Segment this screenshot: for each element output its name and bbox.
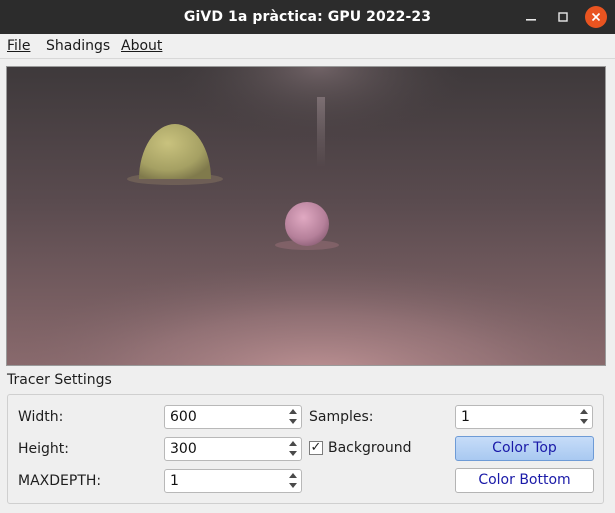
color-bottom-button[interactable]: Color Bottom xyxy=(455,468,594,493)
arrow-down-icon[interactable] xyxy=(289,451,297,456)
samples-value: 1 xyxy=(461,409,470,425)
background-checkbox[interactable]: ✓ xyxy=(309,441,323,455)
width-value: 600 xyxy=(170,409,197,425)
color-top-button[interactable]: Color Top xyxy=(455,436,594,461)
arrow-down-icon[interactable] xyxy=(289,419,297,424)
maximize-icon xyxy=(558,12,568,22)
close-icon xyxy=(591,12,601,22)
menu-bar: File Shadings About xyxy=(0,34,615,59)
arrow-up-icon[interactable] xyxy=(289,409,297,414)
maxdepth-spin-arrows[interactable] xyxy=(287,471,300,491)
menu-about[interactable]: About xyxy=(121,34,162,58)
minimize-icon xyxy=(526,19,536,21)
samples-spinbox[interactable]: 1 xyxy=(455,405,593,429)
width-label: Width: xyxy=(18,409,64,425)
title-bar: GiVD 1a pràctica: GPU 2022-23 xyxy=(0,0,615,34)
close-button[interactable] xyxy=(585,6,607,28)
arrow-down-icon[interactable] xyxy=(289,483,297,488)
floor-glow xyxy=(7,157,605,365)
minimize-button[interactable] xyxy=(520,6,542,28)
arrow-up-icon[interactable] xyxy=(580,409,588,414)
height-value: 300 xyxy=(170,441,197,457)
height-spin-arrows[interactable] xyxy=(287,439,300,459)
background-label[interactable]: Background xyxy=(328,437,412,459)
menu-file[interactable]: File xyxy=(7,34,30,58)
menu-shadings[interactable]: Shadings xyxy=(46,34,110,58)
maxdepth-value: 1 xyxy=(170,473,179,489)
arrow-down-icon[interactable] xyxy=(580,419,588,424)
maxdepth-label: MAXDEPTH: xyxy=(18,473,102,489)
app-window: GiVD 1a pràctica: GPU 2022-23 File Shadi… xyxy=(0,0,615,513)
rendered-scene xyxy=(7,67,605,365)
render-canvas[interactable] xyxy=(6,66,606,366)
arrow-up-icon[interactable] xyxy=(289,473,297,478)
height-label: Height: xyxy=(18,441,69,457)
maximize-button[interactable] xyxy=(552,6,574,28)
samples-spin-arrows[interactable] xyxy=(578,407,591,427)
menu-file-label: File xyxy=(7,38,31,54)
height-spinbox[interactable]: 300 xyxy=(164,437,302,461)
width-spinbox[interactable]: 600 xyxy=(164,405,302,429)
menu-about-label: About xyxy=(121,38,163,54)
light-streak xyxy=(317,97,325,167)
tracer-settings-title: Tracer Settings xyxy=(7,372,112,388)
arrow-up-icon[interactable] xyxy=(289,441,297,446)
width-spin-arrows[interactable] xyxy=(287,407,300,427)
maxdepth-spinbox[interactable]: 1 xyxy=(164,469,302,493)
samples-label: Samples: xyxy=(309,409,374,425)
pink-sphere xyxy=(285,202,329,246)
menu-shadings-label: Shadings xyxy=(46,38,111,54)
